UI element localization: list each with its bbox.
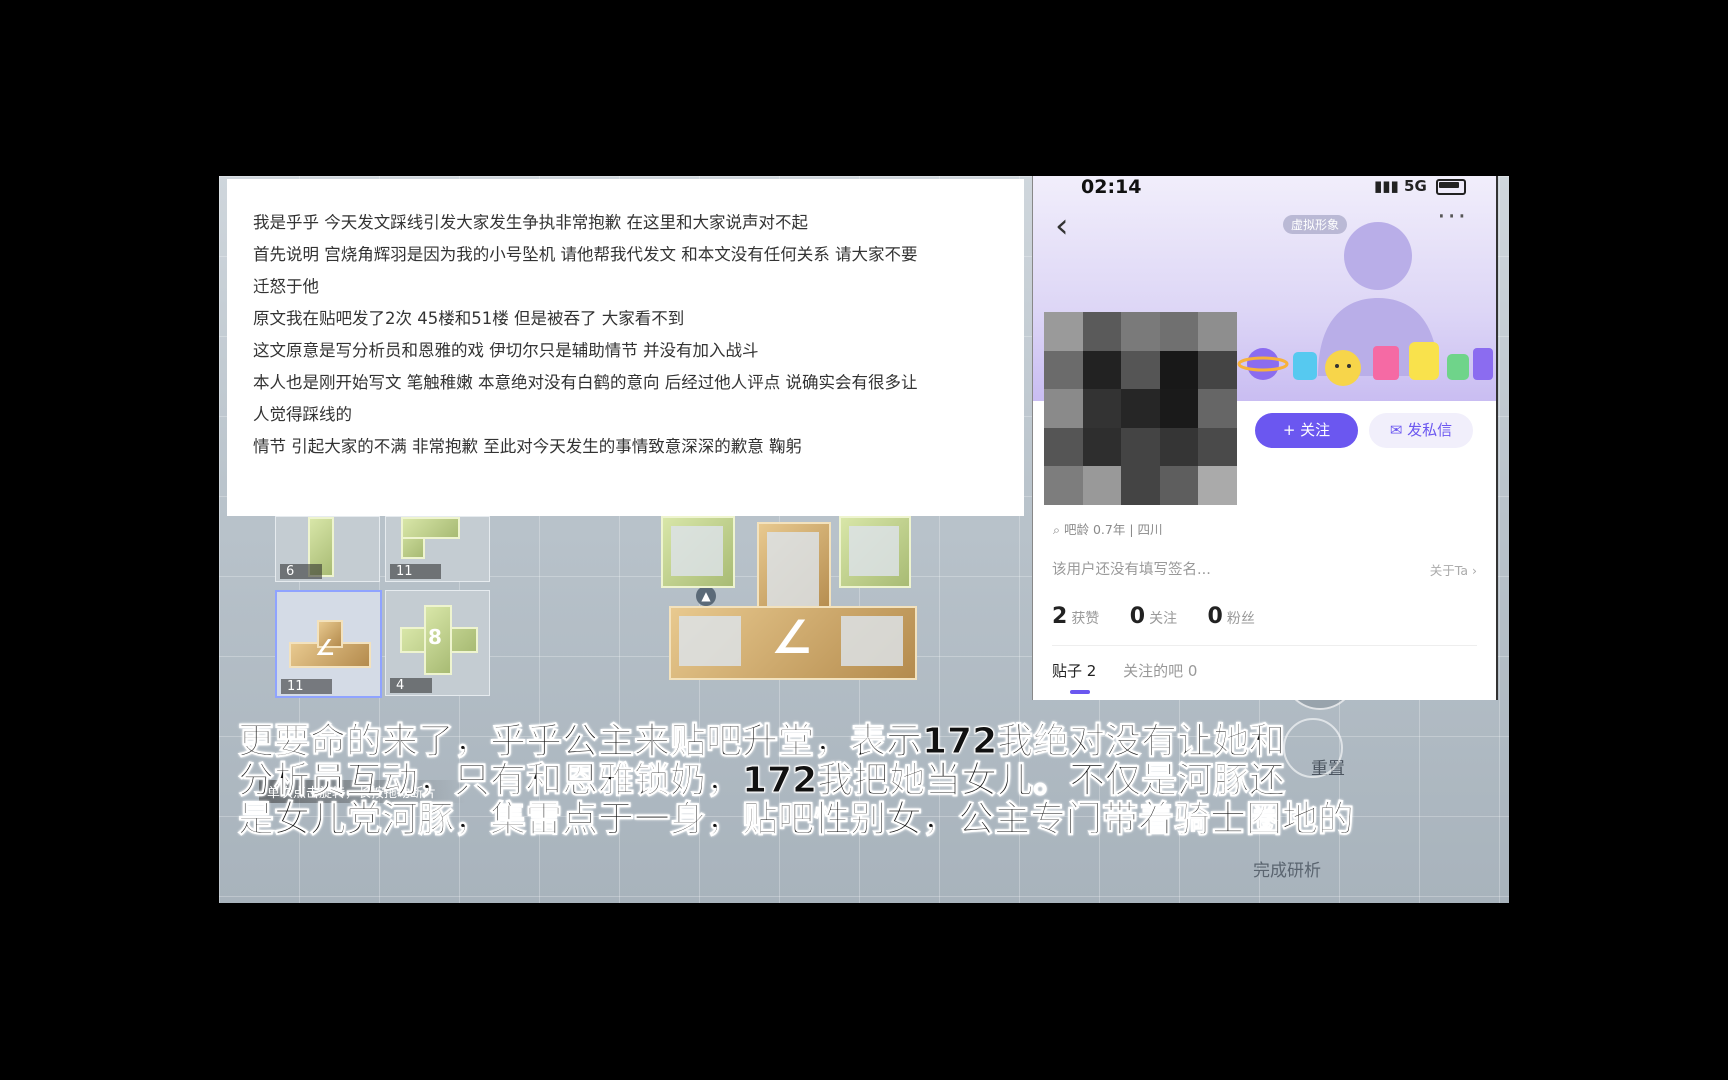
note-line: 迁怒于他: [253, 277, 319, 296]
inventory-slot[interactable]: 11: [385, 516, 490, 582]
slot-count: 11: [390, 564, 441, 579]
chevron-right-icon: ›: [1472, 563, 1477, 578]
back-icon[interactable]: ‹: [1055, 206, 1069, 246]
apology-note-panel: 我是乎乎 今天发文踩线引发大家发生争执非常抱歉 在这里和大家说声对不起 首先说明…: [227, 179, 1024, 516]
board-piece[interactable]: [757, 522, 831, 616]
avatar[interactable]: [1044, 312, 1237, 505]
divider: [1052, 645, 1477, 646]
note-line: 这文原意是写分析员和恩雅的戏 伊切尔只是辅助情节 并没有加入战斗: [253, 341, 759, 360]
piece-inner: [671, 526, 723, 576]
tab-posts[interactable]: 贴子 2: [1052, 660, 1096, 694]
stat-number: 2: [1052, 604, 1068, 629]
note-line: 原文我在贴吧发了2次 45楼和51楼 但是被吞了 大家看不到: [253, 309, 685, 328]
note-line: 人觉得踩线的: [253, 405, 352, 424]
slot-count: 6: [280, 564, 323, 579]
piece-symbol: ∠: [771, 610, 813, 664]
more-icon[interactable]: ···: [1437, 202, 1468, 232]
board-piece-selected[interactable]: ∠: [669, 606, 917, 680]
video-frame: 6 11 ∠ 11 8 4 ▲ ∠ ⟳ 重置 完成研析 单次点击旋转，长按拖动断…: [219, 176, 1509, 903]
note-line: 情节 引起大家的不满 非常抱歉 至此对今天发生的事情致意深深的歉意 鞠躬: [253, 437, 802, 456]
stat-number: 0: [1207, 604, 1223, 629]
stat-followers[interactable]: 0 粉丝: [1208, 604, 1255, 629]
status-time: 02:14: [1081, 176, 1142, 198]
slot-count: 11: [281, 679, 332, 694]
signature-text: 该用户还没有填写签名...: [1052, 562, 1211, 578]
private-message-button[interactable]: ✉ 发私信: [1369, 413, 1473, 448]
signature-row[interactable]: 该用户还没有填写签名... 关于Ta ›: [1052, 558, 1477, 579]
piece-inner: [841, 616, 903, 666]
mail-icon: ✉: [1389, 421, 1403, 439]
piece-symbol: ∠: [315, 636, 335, 661]
note-line: 我是乎乎 今天发文踩线引发大家发生争执非常抱歉 在这里和大家说声对不起: [253, 213, 808, 232]
video-subtitles: 更要命的来了，乎乎公主来贴吧升堂，表示172我绝对没有让她和 分析员互动，只有和…: [238, 721, 1509, 840]
inventory-slot[interactable]: 8 4: [385, 590, 490, 696]
tab-followed-bars[interactable]: 关注的吧 0: [1123, 660, 1197, 681]
board-piece[interactable]: [661, 516, 735, 588]
profile-screenshot: 02:14 ▮▮▮ 5G ‹ 虚拟形象 ··· + 关注 ✉ 发私信 ⌕ 吧龄 …: [1032, 176, 1498, 700]
piece-inner: [767, 532, 819, 612]
inventory-slot-selected[interactable]: ∠ 11: [275, 590, 382, 698]
inventory-piece: [401, 517, 460, 539]
subtitle-line: 是女儿党河豚，集雷点于一身，贴吧性别女，公主专门带着骑士圈地的: [238, 799, 1355, 840]
about-label: 关于Ta: [1429, 563, 1469, 578]
subtitle-line: 分析员互动，只有和恩雅锁奶，172我把她当女儿。不仅是河豚还: [238, 760, 1286, 801]
piece-symbol: 8: [428, 625, 442, 649]
battery-icon: [1436, 178, 1466, 195]
stat-label: 关注: [1149, 611, 1178, 627]
stats-row: 2 获赞 0 关注 0 粉丝: [1052, 604, 1281, 629]
piece-inner: [679, 616, 741, 666]
profile-meta-text: 吧龄 0.7年 | 四川: [1064, 522, 1163, 537]
about-link[interactable]: 关于Ta ›: [1430, 560, 1477, 579]
note-line: 首先说明 宫烧角辉羽是因为我的小号坠机 请他帮我代发文 和本文没有任何关系 请大…: [253, 245, 918, 264]
network-label: 5G: [1404, 177, 1427, 195]
stat-number: 0: [1129, 604, 1146, 629]
stat-likes: 2 获赞: [1052, 604, 1099, 629]
signal-icon: ▮▮▮: [1374, 177, 1399, 195]
decoration-stickers: [1237, 342, 1493, 386]
virtual-avatar-badge[interactable]: 虚拟形象: [1283, 215, 1348, 234]
private-message-label: 发私信: [1407, 421, 1453, 439]
filter-icon[interactable]: ▲: [696, 586, 716, 606]
search-icon: ⌕: [1053, 522, 1061, 537]
stat-following[interactable]: 0 关注: [1130, 604, 1177, 629]
finish-label: 完成研析: [1253, 861, 1321, 881]
apology-note-text: 我是乎乎 今天发文踩线引发大家发生争执非常抱歉 在这里和大家说声对不起 首先说明…: [253, 207, 1023, 463]
board-piece[interactable]: [839, 516, 911, 588]
stat-label: 粉丝: [1226, 611, 1255, 627]
follow-button[interactable]: + 关注: [1255, 413, 1358, 448]
inventory-slot[interactable]: 6: [275, 516, 380, 582]
profile-meta: ⌕ 吧龄 0.7年 | 四川: [1053, 519, 1163, 538]
note-line: 本人也是刚开始写文 笔触稚嫩 本意绝对没有白鹤的意向 后经过他人评点 说确实会有…: [253, 373, 918, 392]
stat-label: 获赞: [1071, 611, 1100, 627]
profile-tabs: 贴子 2 关注的吧 0: [1052, 660, 1219, 694]
piece-inner: [849, 526, 899, 576]
slot-count: 4: [390, 678, 433, 693]
subtitle-line: 更要命的来了，乎乎公主来贴吧升堂，表示172我绝对没有让她和: [238, 721, 1286, 762]
status-bar-right: ▮▮▮ 5G: [1374, 177, 1466, 195]
